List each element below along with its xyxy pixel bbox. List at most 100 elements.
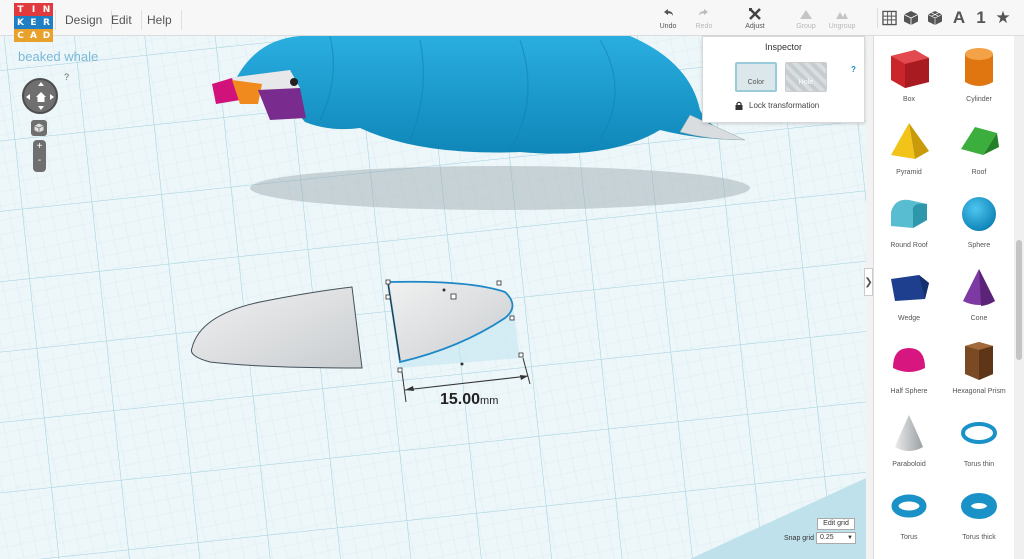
zoom-in-button[interactable]: +: [33, 140, 46, 154]
logo-letter: D: [40, 29, 53, 42]
view-cube-icon: [34, 123, 44, 133]
tinkercad-editor: T I N K E R C A D Design Edit Help Undo …: [0, 0, 1024, 559]
hexagonal-prism-icon: [965, 342, 993, 380]
menu-help[interactable]: Help: [138, 10, 182, 30]
group-label: Group: [796, 23, 816, 30]
lock-transformation-toggle[interactable]: Lock transformation: [735, 101, 819, 110]
shape-label: Torus thick: [962, 534, 996, 541]
hole-button[interactable]: Hole: [785, 62, 827, 92]
pyramid-icon: [891, 123, 929, 159]
dimension-value: 15.00: [440, 391, 481, 408]
shape-cylinder[interactable]: Cylinder: [944, 38, 1014, 111]
shape-label: Pyramid: [896, 169, 922, 176]
whale-shadow: [250, 166, 750, 210]
top-toolbar: T I N K E R C A D Design Edit Help Undo …: [0, 0, 1024, 42]
inspector-title: Inspector: [764, 42, 803, 52]
redo-button[interactable]: Redo: [684, 6, 724, 30]
shape-sphere[interactable]: Sphere: [944, 184, 1014, 257]
shape-box[interactable]: Box: [874, 38, 944, 111]
box-icon: [891, 50, 929, 88]
undo-button[interactable]: Undo: [648, 6, 688, 30]
shape-label: Sphere: [967, 242, 991, 249]
logo-letter: T: [14, 3, 27, 16]
orbit-down-arrow-icon[interactable]: [38, 106, 44, 110]
cube-outline-icon: [927, 11, 943, 25]
shape-hexagonal-prism[interactable]: Hexagonal Prism: [944, 330, 1014, 403]
view-help-mark[interactable]: ?: [64, 72, 69, 82]
logo-letter: R: [40, 16, 53, 29]
shape-pyramid[interactable]: Pyramid: [874, 111, 944, 184]
cone-icon: [963, 269, 995, 306]
box-view-button[interactable]: [901, 8, 921, 28]
group-icon: [800, 10, 812, 19]
orbit-right-arrow-icon[interactable]: [50, 94, 54, 100]
shape-label: Roof: [971, 169, 987, 176]
chevron-down-icon: ▼: [847, 535, 853, 541]
sphere-icon: [962, 197, 996, 231]
panel-scrollbar-thumb[interactable]: [1016, 240, 1022, 360]
shapes-panel: Box Cylinder Pyramid Roof Round Roof Sph…: [873, 36, 1014, 559]
redo-icon: [699, 9, 708, 16]
logo-letter: I: [27, 3, 40, 16]
shape-torus-thick[interactable]: Torus thick: [944, 476, 1014, 549]
snap-grid-select[interactable]: 0.25 ▼: [816, 532, 856, 544]
group-button[interactable]: Group: [786, 6, 826, 30]
inspector-panel: Inspector Color Hole ? Lock transformati…: [702, 36, 865, 123]
roof-icon: [961, 127, 999, 155]
cylinder-icon: [965, 48, 993, 86]
shape-label: Half Sphere: [890, 388, 928, 395]
view-cube-button[interactable]: [31, 120, 47, 136]
ungroup-label: Ungroup: [828, 23, 856, 30]
shape-cone[interactable]: Cone: [944, 257, 1014, 330]
shape-paraboloid[interactable]: Paraboloid: [874, 403, 944, 476]
color-button[interactable]: Color: [735, 62, 777, 92]
grid-view-button[interactable]: [877, 8, 897, 28]
shape-label: Wedge: [897, 315, 921, 322]
inspector-help-link[interactable]: ?: [851, 65, 856, 74]
favorites-star-button[interactable]: ★: [993, 8, 1013, 28]
design-title[interactable]: beaked whale: [18, 49, 98, 64]
number-tool-button[interactable]: 1: [971, 8, 991, 28]
torus-thin-icon: [961, 422, 997, 444]
adjust-button[interactable]: Adjust: [735, 6, 775, 30]
undo-label: Undo: [659, 23, 677, 30]
edit-grid-button[interactable]: Edit grid: [817, 518, 855, 530]
cube-outline-view-button[interactable]: [925, 8, 945, 28]
shape-torus-thin[interactable]: Torus thin: [944, 403, 1014, 476]
home-view-icon[interactable]: [35, 91, 47, 103]
lock-transformation-label: Lock transformation: [749, 101, 820, 110]
box-view-icon: [903, 11, 919, 25]
shape-roof[interactable]: Roof: [944, 111, 1014, 184]
dimension-readout[interactable]: 15.00mm: [440, 391, 498, 409]
shape-wedge[interactable]: Wedge: [874, 257, 944, 330]
panel-collapse-tab[interactable]: ❯: [864, 268, 873, 296]
lock-icon: [735, 101, 743, 110]
orbit-up-arrow-icon[interactable]: [38, 82, 44, 86]
shape-label: Round Roof: [890, 242, 928, 249]
logo-letter: C: [14, 29, 27, 42]
adjust-label: Adjust: [745, 23, 765, 30]
ungroup-button[interactable]: Ungroup: [822, 6, 862, 30]
wedge-icon: [891, 275, 929, 301]
shape-label: Paraboloid: [892, 461, 926, 468]
snap-grid-value: 0.25: [820, 534, 834, 541]
orbit-control[interactable]: [22, 78, 58, 114]
logo-letter: N: [40, 3, 53, 16]
shape-round-roof[interactable]: Round Roof: [874, 184, 944, 257]
tinkercad-logo[interactable]: T I N K E R C A D: [14, 3, 53, 42]
ungroup-icon: [836, 12, 848, 19]
redo-label: Redo: [695, 23, 713, 30]
logo-letter: A: [27, 29, 40, 42]
shape-label: Cylinder: [966, 96, 992, 103]
zoom-out-button[interactable]: -: [33, 154, 46, 168]
shape-torus[interactable]: Torus: [874, 476, 944, 549]
text-tool-button[interactable]: A: [949, 8, 969, 28]
menu-edit[interactable]: Edit: [102, 10, 142, 30]
orbit-left-arrow-icon[interactable]: [26, 94, 30, 100]
shape-label: Cone: [970, 315, 988, 322]
grid-view-icon: [882, 10, 897, 26]
undo-icon: [664, 9, 673, 16]
paraboloid-icon: [895, 415, 923, 451]
shape-half-sphere[interactable]: Half Sphere: [874, 330, 944, 403]
shape-label: Hexagonal Prism: [952, 388, 1006, 395]
